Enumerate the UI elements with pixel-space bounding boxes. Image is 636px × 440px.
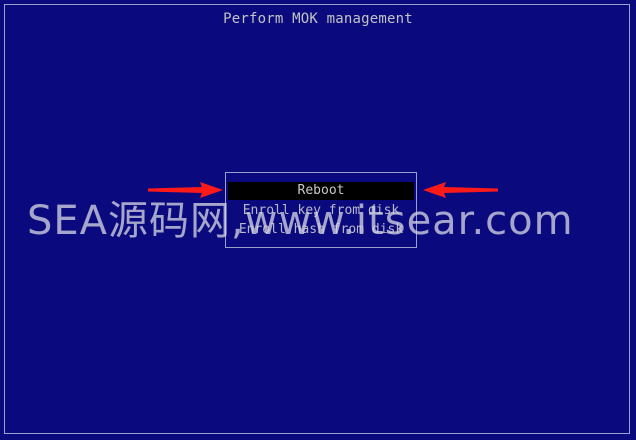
mok-management-screen: Perform MOK management Reboot Enroll key… bbox=[0, 0, 636, 440]
watermark-text: SEA源码网,www.itsear.com bbox=[27, 198, 574, 244]
page-title: Perform MOK management bbox=[223, 11, 413, 27]
